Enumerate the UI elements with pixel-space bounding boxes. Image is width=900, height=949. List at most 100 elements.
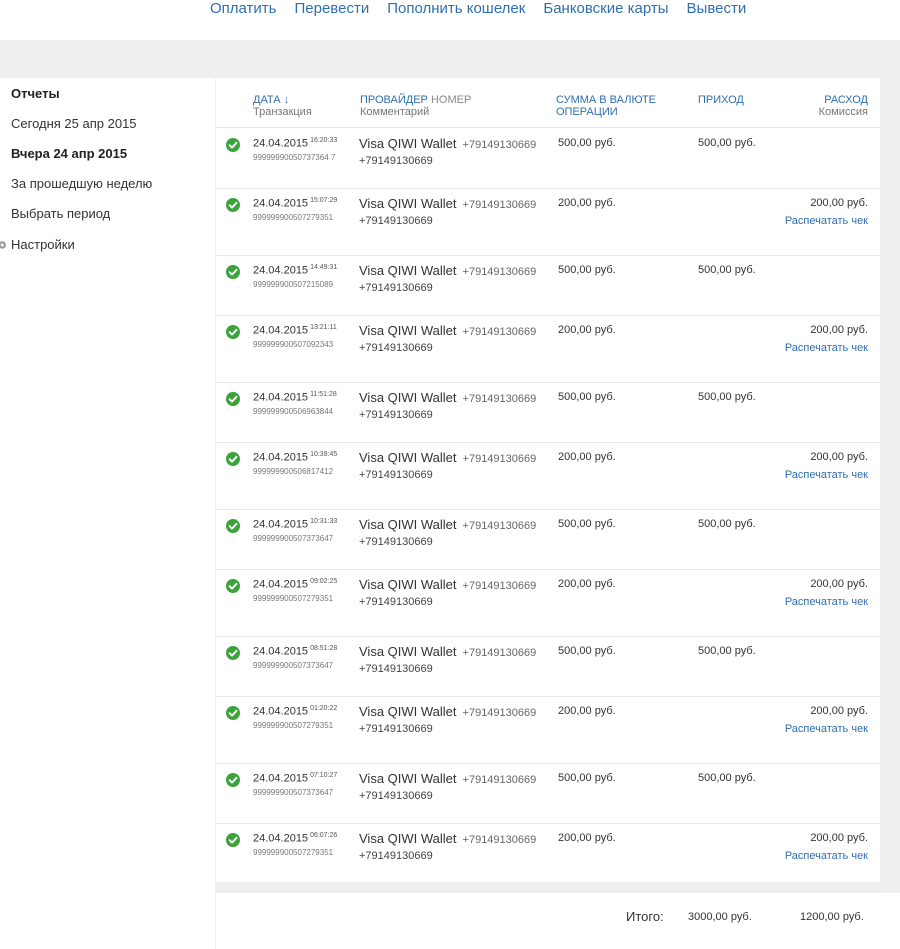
success-check-icon	[226, 646, 240, 660]
row-amount: 200,00 руб.	[558, 451, 616, 463]
table-row[interactable]: 24.04.2015 07:10:27 999999900507373647 Vi…	[216, 764, 880, 824]
row-date-value: 24.04.2015	[253, 451, 309, 464]
row-date-value: 24.04.2015	[253, 324, 309, 337]
header-expense[interactable]: РАСХОД Комиссия	[819, 94, 868, 118]
print-receipt-link[interactable]: Распечатать чек	[785, 850, 868, 862]
row-amount: 500,00 руб.	[558, 772, 616, 784]
print-receipt-link[interactable]: Распечатать чек	[785, 215, 868, 227]
table-row[interactable]: 24.04.2015 08:51:28 999999900507373647 Vi…	[216, 637, 880, 697]
table-row[interactable]: 24.04.2015 09:02:25 999999900507279351 Vi…	[216, 570, 880, 637]
header-income[interactable]: ПРИХОД	[698, 94, 744, 106]
nav-transfer[interactable]: Перевести	[295, 0, 370, 22]
sidebar-item-settings[interactable]: Настройки	[0, 237, 75, 252]
table-row[interactable]: 24.04.2015 11:51:28 999999900506963844 Vi…	[216, 383, 880, 443]
header-date[interactable]: ДАТА ↓ Транзакция	[253, 94, 312, 118]
nav-withdraw[interactable]: Вывести	[687, 0, 747, 22]
row-transaction-id: 999999900507279351	[253, 848, 334, 857]
row-provider: Visa QIWI Wallet +79149130669	[359, 196, 536, 211]
row-provider-name: Visa QIWI Wallet	[359, 704, 457, 719]
print-receipt-link[interactable]: Распечатать чек	[785, 596, 868, 608]
table-row[interactable]: 24.04.2015 01:20:22 999999900507279351 Vi…	[216, 697, 880, 764]
row-transaction-id: 999999900507373647	[253, 661, 334, 670]
row-date-value: 24.04.2015	[253, 518, 309, 531]
row-comment: +79149130669	[359, 155, 433, 167]
row-number: +79149130669	[462, 139, 537, 151]
row-amount: 200,00 руб.	[558, 324, 616, 336]
row-date: 24.04.2015 13:21:11	[253, 324, 337, 337]
table-row[interactable]: 24.04.2015 13:21:11 999999900507092343 Vi…	[216, 316, 880, 383]
row-provider-name: Visa QIWI Wallet	[359, 263, 457, 278]
row-date-value: 24.04.2015	[253, 645, 309, 658]
table-row[interactable]: 24.04.2015 15:07:29 999999900507279351 Vi…	[216, 189, 880, 256]
row-time: 16:20:33	[310, 137, 338, 144]
header-amount-line1: СУММА В ВАЛЮТЕ	[556, 94, 656, 106]
print-receipt-link[interactable]: Распечатать чек	[785, 469, 868, 481]
table-row[interactable]: 24.04.2015 10:31:33 999999900507373647 Vi…	[216, 510, 880, 570]
row-amount: 500,00 руб.	[558, 264, 616, 276]
sidebar: Отчеты Сегодня 25 апр 2015 Вчера 24 апр …	[0, 78, 215, 949]
totals-income: 3000,00 руб.	[688, 911, 752, 923]
row-comment: +79149130669	[359, 596, 433, 608]
row-provider: Visa QIWI Wallet +79149130669	[359, 450, 536, 465]
header-amount[interactable]: СУММА В ВАЛЮТЕ ОПЕРАЦИИ	[556, 94, 656, 118]
header-provider-label: ПРОВАЙДЕР	[360, 94, 428, 106]
print-receipt-link[interactable]: Распечатать чек	[785, 342, 868, 354]
row-amount: 500,00 руб.	[558, 137, 616, 149]
success-check-icon	[226, 198, 240, 212]
row-comment: +79149130669	[359, 663, 433, 675]
row-provider: Visa QIWI Wallet +79149130669	[359, 517, 536, 532]
nav-pay[interactable]: Оплатить	[210, 0, 277, 22]
row-provider: Visa QIWI Wallet +79149130669	[359, 704, 536, 719]
row-provider-name: Visa QIWI Wallet	[359, 196, 457, 211]
row-time: 13:21:11	[310, 324, 337, 331]
header-expense-label: РАСХОД	[824, 94, 868, 106]
success-check-icon	[226, 833, 240, 847]
header-provider-sub: Комментарий	[360, 106, 430, 118]
table-row[interactable]: 24.04.2015 06:07:26 999999900507279351 Vi…	[216, 824, 880, 891]
row-provider: Visa QIWI Wallet +79149130669	[359, 644, 536, 659]
totals-label: Итого:	[626, 909, 664, 924]
row-transaction-id: 999999900506817412	[253, 467, 334, 476]
row-provider: Visa QIWI Wallet +79149130669	[359, 577, 536, 592]
sidebar-item-last-week[interactable]: За прошедшую неделю	[11, 176, 152, 191]
row-expense: 200,00 руб.	[810, 705, 868, 717]
header-provider[interactable]: ПРОВАЙДЕР НОМЕР Комментарий	[360, 94, 471, 118]
row-comment: +79149130669	[359, 469, 433, 481]
table-row[interactable]: 24.04.2015 10:39:45 999999900506817412 Vi…	[216, 443, 880, 510]
row-amount: 500,00 руб.	[558, 518, 616, 530]
row-number: +79149130669	[462, 266, 537, 278]
table-header: ДАТА ↓ Транзакция ПРОВАЙДЕР НОМЕР Коммен…	[216, 78, 880, 128]
sidebar-title: Отчеты	[11, 86, 60, 101]
row-comment: +79149130669	[359, 409, 433, 421]
row-provider-name: Visa QIWI Wallet	[359, 771, 457, 786]
row-transaction-id: 999999900506963844	[253, 407, 334, 416]
sidebar-item-yesterday[interactable]: Вчера 24 апр 2015	[11, 146, 127, 161]
row-transaction-id: 99999990050737364 7	[253, 153, 336, 162]
success-check-icon	[226, 519, 240, 533]
row-provider-name: Visa QIWI Wallet	[359, 390, 457, 405]
row-provider: Visa QIWI Wallet +79149130669	[359, 390, 536, 405]
row-amount: 200,00 руб.	[558, 705, 616, 717]
nav-bank-cards[interactable]: Банковские карты	[543, 0, 668, 22]
table-row[interactable]: 24.04.2015 14:49:31 999999900507215089 Vi…	[216, 256, 880, 316]
nav-topup-wallet[interactable]: Пополнить кошелек	[387, 0, 525, 22]
row-amount: 500,00 руб.	[558, 645, 616, 657]
sidebar-item-today[interactable]: Сегодня 25 апр 2015	[11, 116, 137, 131]
row-provider-name: Visa QIWI Wallet	[359, 577, 457, 592]
table-row[interactable]: 24.04.2015 16:20:33 99999990050737364 7 V…	[216, 129, 880, 189]
row-time: 10:31:33	[310, 518, 338, 525]
row-date-value: 24.04.2015	[253, 391, 309, 404]
sidebar-item-select-period[interactable]: Выбрать период	[11, 206, 110, 221]
print-receipt-link[interactable]: Распечатать чек	[785, 723, 868, 735]
row-expense: 200,00 руб.	[810, 197, 868, 209]
row-amount: 200,00 руб.	[558, 578, 616, 590]
row-income: 500,00 руб.	[698, 518, 756, 530]
row-time: 07:10:27	[310, 772, 338, 779]
row-number: +79149130669	[462, 707, 537, 719]
row-date: 24.04.2015 10:31:33	[253, 518, 337, 531]
row-income: 500,00 руб.	[698, 264, 756, 276]
success-check-icon	[226, 773, 240, 787]
row-transaction-id: 999999900507279351	[253, 721, 334, 730]
row-number: +79149130669	[462, 774, 537, 786]
row-expense: 200,00 руб.	[810, 451, 868, 463]
